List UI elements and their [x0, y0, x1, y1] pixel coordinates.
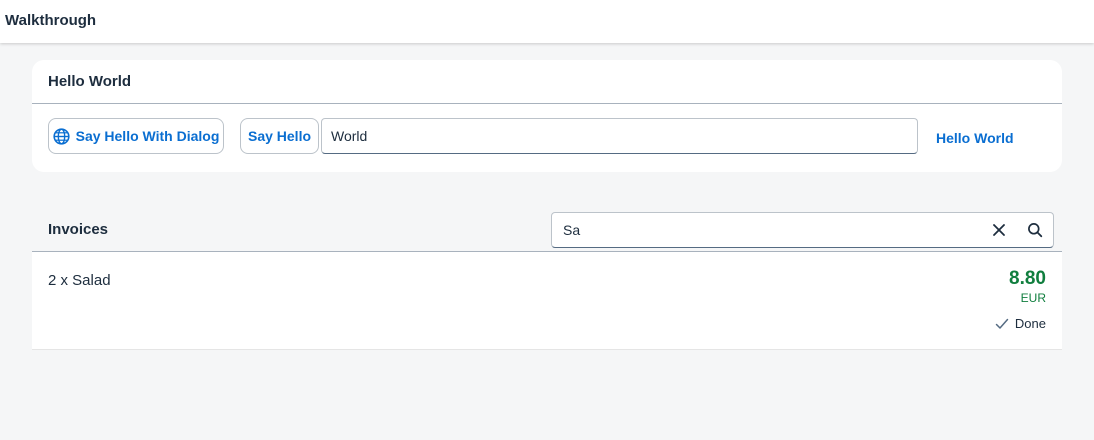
invoice-search-field	[551, 212, 1054, 248]
invoice-status-label: Done	[1014, 316, 1046, 331]
say-hello-button[interactable]: Say Hello	[240, 118, 319, 154]
close-icon[interactable]	[990, 221, 1008, 239]
hello-panel-title: Hello World	[48, 73, 132, 90]
invoice-amount: 8.80	[1009, 268, 1046, 289]
greeting-text: Hello World	[936, 130, 1014, 146]
globe-icon	[53, 127, 70, 145]
invoice-search-input[interactable]	[552, 213, 994, 247]
say-hello-label: Say Hello	[247, 128, 312, 144]
hello-panel: Hello World Say Hello With Dialog Say He…	[32, 60, 1062, 172]
hello-panel-header[interactable]: Hello World	[32, 60, 1062, 104]
checkmark-icon	[995, 317, 1009, 331]
search-icon[interactable]	[1026, 221, 1044, 239]
invoices-title: Invoices	[48, 221, 109, 238]
invoices-toolbar: Invoices	[32, 204, 1062, 252]
list-item[interactable]: 2 x Salad 8.80 EUR Done	[32, 252, 1062, 350]
shell-bar: Walkthrough	[0, 0, 1094, 43]
name-input[interactable]	[321, 118, 918, 154]
invoice-status: Done	[995, 316, 1046, 331]
invoice-currency: EUR	[1020, 291, 1046, 305]
app-title: Walkthrough	[5, 12, 97, 29]
invoice-title: 2 x Salad	[48, 272, 111, 289]
say-hello-with-dialog-button[interactable]: Say Hello With Dialog	[48, 118, 224, 154]
say-hello-with-dialog-label: Say Hello With Dialog	[75, 128, 220, 144]
